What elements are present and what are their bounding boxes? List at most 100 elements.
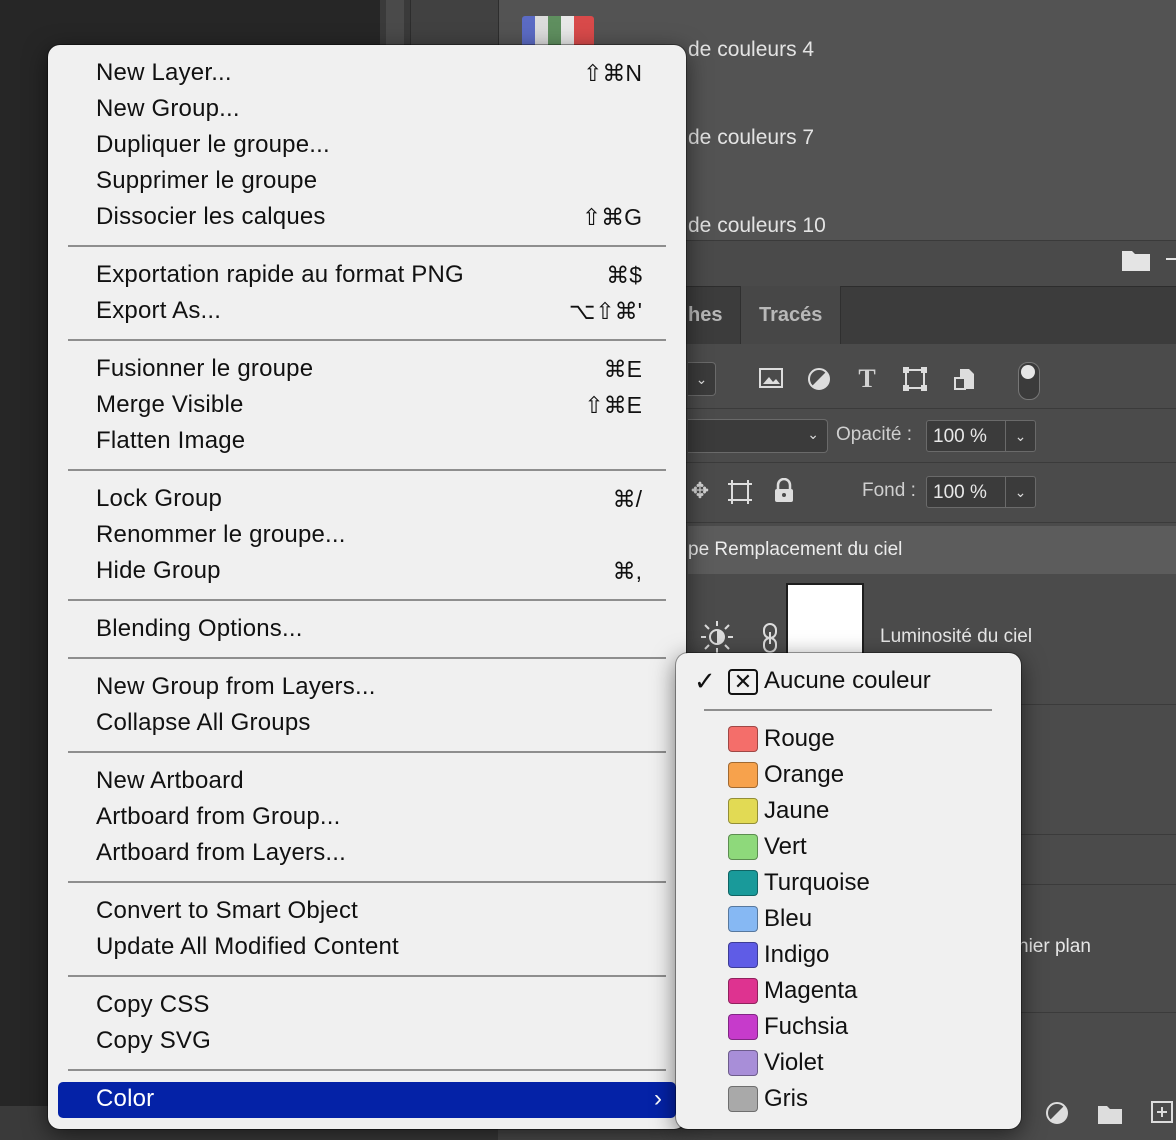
menu-shortcut: ⌘/ — [612, 486, 642, 512]
no-color-icon: ✕ — [728, 669, 758, 695]
menu-separator — [68, 657, 666, 659]
submenu-item-color[interactable]: Magenta — [764, 973, 857, 1009]
image-filter-icon[interactable] — [758, 366, 786, 392]
tab-paths[interactable]: Tracés — [740, 286, 842, 344]
layer-group-row[interactable]: pe Remplacement du ciel — [688, 526, 1176, 574]
menu-item[interactable]: Merge Visible — [96, 387, 244, 423]
shape-filter-icon[interactable] — [902, 366, 930, 394]
menu-shortcut: ⇧⌘N — [583, 60, 642, 86]
menu-item[interactable]: Dissocier les calques — [96, 199, 326, 235]
submenu-separator — [704, 709, 992, 711]
swatch-group-label[interactable]: de couleurs 10 — [688, 214, 826, 238]
layer-group-name: pe Remplacement du ciel — [688, 539, 903, 560]
color-swatch-icon — [728, 978, 758, 1004]
fill-label: Fond : — [862, 480, 916, 501]
menu-item[interactable]: Copy CSS — [96, 987, 210, 1023]
lock-position-icon[interactable]: ✥ — [688, 478, 712, 506]
adjustment-filter-icon[interactable] — [806, 366, 834, 392]
swatch-group-label[interactable]: de couleurs 4 — [688, 38, 814, 62]
color-swatch-icon — [728, 870, 758, 896]
menu-item[interactable]: Flatten Image — [96, 423, 245, 459]
link-icon[interactable] — [760, 622, 780, 654]
menu-separator — [68, 339, 666, 341]
submenu-item-color[interactable]: Violet — [764, 1045, 824, 1081]
filter-toggle[interactable] — [1018, 362, 1040, 400]
lock-all-icon[interactable] — [772, 477, 796, 506]
layer-mask-thumbnail[interactable] — [786, 583, 864, 655]
menu-item[interactable]: Convert to Smart Object — [96, 893, 358, 929]
menu-separator — [68, 975, 666, 977]
menu-shortcut: ⌘$ — [606, 262, 642, 288]
menu-item[interactable]: New Artboard — [96, 763, 244, 799]
color-swatch-icon — [728, 762, 758, 788]
menu-item[interactable]: New Layer... — [96, 55, 232, 91]
submenu-item-color[interactable]: Rouge — [764, 721, 835, 757]
menu-item[interactable]: Collapse All Groups — [96, 705, 311, 741]
menu-item[interactable]: Renommer le groupe... — [96, 517, 346, 553]
menu-item[interactable]: Dupliquer le groupe... — [96, 127, 330, 163]
menu-shortcut: ⌘, — [612, 558, 642, 584]
submenu-item-color[interactable]: Jaune — [764, 793, 829, 829]
menu-item[interactable]: Artboard from Layers... — [96, 835, 346, 871]
filter-kind-dropdown[interactable]: ⌄ — [688, 362, 716, 396]
opacity-field[interactable]: 100 % — [926, 420, 1006, 452]
menu-shortcut: ⇧⌘G — [581, 204, 642, 230]
new-layer-icon[interactable] — [1150, 1100, 1176, 1126]
type-filter-icon[interactable]: T — [852, 364, 882, 394]
color-swatch-icon — [728, 1014, 758, 1040]
menu-shortcut: ⇧⌘E — [584, 392, 642, 418]
color-swatch-icon — [728, 906, 758, 932]
menu-item[interactable]: Blending Options... — [96, 611, 303, 647]
menu-separator — [68, 881, 666, 883]
menu-separator — [68, 469, 666, 471]
menu-separator — [68, 751, 666, 753]
menu-item[interactable]: Export As... — [96, 293, 221, 329]
folder-icon[interactable] — [1120, 245, 1152, 275]
tab-channels[interactable]: hes — [688, 286, 722, 344]
submenu-item-color[interactable]: Bleu — [764, 901, 812, 937]
fill-field[interactable]: 100 % — [926, 476, 1006, 508]
submenu-item-color[interactable]: Indigo — [764, 937, 829, 973]
menu-item[interactable]: New Group... — [96, 91, 240, 127]
menu-item[interactable]: Artboard from Group... — [96, 799, 341, 835]
submenu-item-color[interactable]: Orange — [764, 757, 844, 793]
color-swatch-icon — [728, 834, 758, 860]
new-adjustment-layer-icon[interactable] — [1044, 1100, 1074, 1130]
blend-mode-select[interactable]: ⌄ — [688, 419, 828, 453]
checkmark-icon: ✓ — [694, 666, 716, 696]
minus-icon[interactable] — [1166, 258, 1176, 260]
layer-name[interactable]: Luminosité du ciel — [880, 626, 1032, 648]
layer-name[interactable]: nier plan — [1018, 936, 1091, 958]
menu-separator — [68, 599, 666, 601]
menu-item[interactable]: Supprimer le groupe — [96, 163, 317, 199]
menu-shortcut: ⌘E — [603, 356, 642, 382]
smart-object-filter-icon[interactable] — [952, 366, 980, 394]
opacity-label: Opacité : — [836, 424, 913, 445]
swatch-group-label[interactable]: de couleurs 7 — [688, 126, 814, 150]
menu-item-label[interactable]: Color — [96, 1081, 154, 1117]
menu-item[interactable]: Fusionner le groupe — [96, 351, 313, 387]
new-group-icon[interactable] — [1096, 1102, 1124, 1128]
opacity-dropdown-caret[interactable]: ⌄ — [1006, 420, 1036, 452]
color-swatch-icon — [728, 798, 758, 824]
color-swatch-icon — [728, 1050, 758, 1076]
submenu-item-no-color[interactable]: Aucune couleur — [764, 663, 931, 699]
submenu-item-color[interactable]: Gris — [764, 1081, 808, 1117]
menu-item[interactable]: Exportation rapide au format PNG — [96, 257, 464, 293]
submenu-item-color[interactable]: Turquoise — [764, 865, 870, 901]
menu-shortcut: ⌥⇧⌘' — [568, 298, 642, 324]
menu-separator — [68, 1069, 666, 1071]
menu-item[interactable]: Copy SVG — [96, 1023, 211, 1059]
submenu-item-color[interactable]: Fuchsia — [764, 1009, 848, 1045]
menu-item[interactable]: New Group from Layers... — [96, 669, 376, 705]
menu-item[interactable]: Lock Group — [96, 481, 222, 517]
menu-item[interactable]: Hide Group — [96, 553, 221, 589]
submenu-item-color[interactable]: Vert — [764, 829, 807, 865]
lock-artboard-icon[interactable] — [726, 478, 754, 506]
brightness-adjustment-icon — [700, 620, 734, 654]
chevron-right-icon: › — [654, 1085, 662, 1112]
menu-separator — [68, 245, 666, 247]
fill-dropdown-caret[interactable]: ⌄ — [1006, 476, 1036, 508]
color-swatch-icon — [728, 942, 758, 968]
menu-item[interactable]: Update All Modified Content — [96, 929, 399, 965]
